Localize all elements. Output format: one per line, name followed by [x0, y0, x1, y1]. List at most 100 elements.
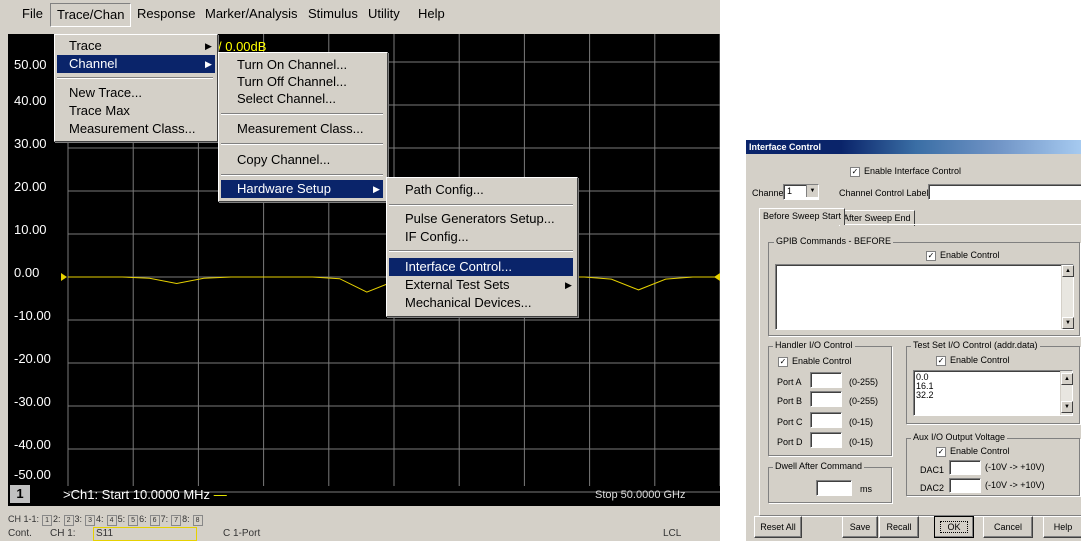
cancel-button[interactable]: Cancel: [983, 516, 1033, 538]
menu-separator: [221, 174, 383, 176]
menu-separator: [221, 113, 383, 115]
gpib-scrollbar[interactable]: ▲ ▼: [1061, 265, 1074, 329]
test-set-scrollbar[interactable]: ▲ ▼: [1060, 371, 1073, 415]
remote-status: LCL: [663, 528, 682, 539]
recall-button[interactable]: Recall: [879, 516, 919, 538]
network-analyzer-window: File Trace/Chan Response Marker/Analysis…: [0, 0, 720, 541]
channel-select[interactable]: 1 ▼: [783, 184, 819, 200]
menu-item-turn-on-channel[interactable]: Turn On Channel...: [221, 56, 385, 74]
menu-file[interactable]: File: [16, 3, 49, 25]
menu-item-interface-control[interactable]: Interface Control...: [389, 258, 573, 276]
menu-trace-chan[interactable]: Trace/Chan: [50, 3, 132, 27]
menu-item-if-config[interactable]: IF Config...: [389, 228, 573, 246]
menu-item-trace[interactable]: Trace ▶: [57, 37, 212, 55]
aux-enable-label: Enable Control: [950, 446, 1010, 456]
y-tick-label: 30.00: [14, 136, 47, 151]
channel-control-label-input[interactable]: [928, 184, 1081, 200]
y-tick-label: 40.00: [14, 93, 47, 108]
dac2-input[interactable]: [949, 478, 981, 493]
channel-submenu: Turn On Channel... Turn Off Channel... S…: [218, 52, 388, 202]
reference-marker-left[interactable]: [61, 273, 67, 281]
menu-item-pulse-generators[interactable]: Pulse Generators Setup...: [389, 210, 573, 228]
save-button[interactable]: Save: [842, 516, 878, 538]
stop-frequency-label: Stop 50.0000 GHz: [595, 489, 686, 501]
menu-separator: [389, 250, 573, 252]
chevron-down-icon[interactable]: ▼: [806, 185, 818, 197]
menu-item-external-test-sets[interactable]: External Test Sets ▶: [389, 276, 573, 294]
dwell-unit: ms: [860, 484, 872, 494]
port-d-range: (0-15): [849, 437, 874, 447]
channel-label: CH 1:: [50, 528, 76, 539]
menu-stimulus[interactable]: Stimulus: [302, 3, 364, 25]
menu-item-measurement-class[interactable]: Measurement Class...: [221, 120, 385, 138]
y-tick-label: -40.00: [14, 437, 51, 452]
scroll-up-icon[interactable]: ▲: [1062, 265, 1074, 277]
test-set-enable-checkbox[interactable]: ✓: [936, 356, 946, 366]
ok-button[interactable]: OK: [934, 516, 974, 538]
dwell-input[interactable]: [816, 480, 852, 496]
dac2-label: DAC2: [920, 483, 945, 493]
gpib-enable-label: Enable Control: [940, 250, 1000, 260]
gpib-enable-checkbox[interactable]: ✓: [926, 251, 936, 261]
reset-all-button[interactable]: Reset All: [754, 516, 802, 538]
channel-badge[interactable]: 1: [10, 485, 30, 503]
help-button[interactable]: Help: [1043, 516, 1081, 538]
menu-item-hardware-setup[interactable]: Hardware Setup ▶: [221, 180, 383, 198]
menu-item-select-channel[interactable]: Select Channel...: [221, 90, 385, 108]
enable-interface-control-checkbox[interactable]: ✓: [850, 167, 860, 177]
tab-before-sweep-start[interactable]: Before Sweep Start: [759, 208, 846, 225]
port-a-input[interactable]: [810, 372, 842, 388]
menu-item-turn-off-channel[interactable]: Turn Off Channel...: [221, 73, 385, 91]
check-icon: ✓: [851, 167, 859, 176]
menu-item-path-config[interactable]: Path Config...: [389, 181, 573, 199]
port-b-label: Port B: [777, 396, 803, 406]
port-a-label: Port A: [777, 377, 802, 387]
reference-marker-right[interactable]: [714, 273, 720, 281]
port-d-label: Port D: [777, 437, 803, 447]
menu-item-channel[interactable]: Channel ▶: [57, 55, 215, 73]
channel-control-label-text: Channel Control Label:: [839, 188, 932, 198]
menu-separator: [221, 143, 383, 145]
port-c-label: Port C: [777, 417, 803, 427]
dac1-range: (-10V -> +10V): [985, 462, 1045, 472]
scroll-down-icon[interactable]: ▼: [1061, 401, 1073, 413]
y-tick-label: 0.00: [14, 265, 40, 280]
y-tick-label: -10.00: [14, 308, 51, 323]
menu-item-trace-max[interactable]: Trace Max: [57, 102, 213, 120]
menu-item-copy-channel[interactable]: Copy Channel...: [221, 151, 385, 169]
aux-enable-checkbox[interactable]: ✓: [936, 447, 946, 457]
port-c-input[interactable]: [810, 412, 842, 428]
menu-help[interactable]: Help: [412, 3, 451, 25]
menu-item-new-trace[interactable]: New Trace...: [57, 84, 213, 102]
y-tick-label: -20.00: [14, 351, 51, 366]
handler-enable-checkbox[interactable]: ✓: [778, 357, 788, 367]
port-d-input[interactable]: [810, 432, 842, 448]
dialog-title: Interface Control: [746, 140, 1081, 154]
menu-separator: [389, 204, 573, 206]
menu-utility[interactable]: Utility: [362, 3, 406, 25]
channel-status-row: CH 1-1: 1 2: 2 3: 3 4: 4 5: 5 6: 6 7: 7 8: 8: [8, 514, 204, 526]
y-tick-label: -30.00: [14, 394, 51, 409]
port-c-range: (0-15): [849, 417, 874, 427]
dac1-input[interactable]: [949, 460, 981, 475]
menu-marker-analysis[interactable]: Marker/Analysis: [199, 3, 303, 25]
scroll-up-icon[interactable]: ▲: [1061, 373, 1073, 385]
start-frequency-label: >Ch1: Start 10.0000 MHz —: [63, 487, 227, 502]
chevron-right-icon: ▶: [205, 41, 212, 51]
scroll-down-icon[interactable]: ▼: [1062, 317, 1074, 329]
menu-response[interactable]: Response: [131, 3, 202, 25]
hardware-setup-submenu: Path Config... Pulse Generators Setup...…: [386, 177, 578, 317]
test-set-textarea[interactable]: 0.0 16.1 32.2 ▲ ▼: [913, 370, 1073, 416]
port-b-input[interactable]: [810, 391, 842, 407]
test-set-value: 32.2: [916, 390, 934, 400]
y-tick-label: 10.00: [14, 222, 47, 237]
port-b-range: (0-255): [849, 396, 879, 406]
dwell-label: Dwell After Command: [773, 461, 865, 471]
chevron-right-icon: ▶: [565, 280, 572, 290]
parameter-field[interactable]: S11: [93, 527, 197, 541]
test-set-enable-label: Enable Control: [950, 355, 1010, 365]
interface-control-dialog: Interface Control ✓ Enable Interface Con…: [746, 140, 1081, 541]
gpib-commands-textarea[interactable]: ▲ ▼: [775, 264, 1074, 330]
menu-item-measurement-class[interactable]: Measurement Class...: [57, 120, 213, 138]
menu-item-mechanical-devices[interactable]: Mechanical Devices...: [389, 294, 573, 312]
